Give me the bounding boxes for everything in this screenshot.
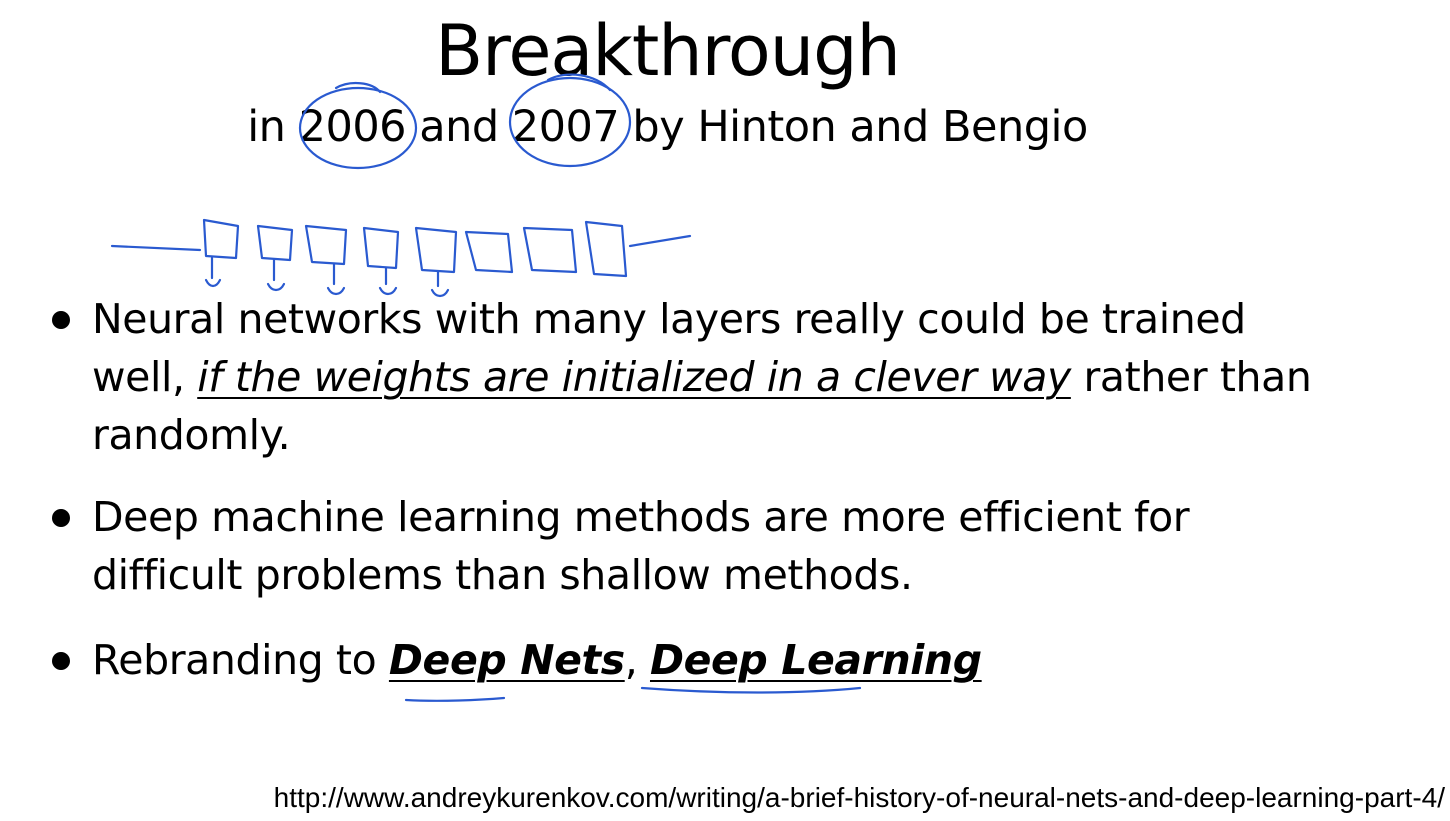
bullet-item: Rebranding to Deep Nets, Deep Learning xyxy=(48,631,1338,689)
bullet-text: Rebranding to Deep Nets, Deep Learning xyxy=(92,631,1338,689)
bullet-text: Neural networks with many layers really … xyxy=(92,290,1338,464)
bullet-dot-icon xyxy=(52,311,70,329)
subtitle-year-2006: 2006 xyxy=(298,102,407,152)
subtitle-middle: and xyxy=(406,102,512,152)
bullet-dot-icon xyxy=(52,652,70,670)
slide-title: Breakthrough xyxy=(435,10,901,92)
subtitle-suffix: by Hinton and Bengio xyxy=(619,102,1088,152)
bullet-item: Deep machine learning methods are more e… xyxy=(48,488,1338,604)
bullet-3-separator: , xyxy=(624,636,650,684)
bullet-dot-icon xyxy=(52,509,70,527)
subtitle-year-2007: 2007 xyxy=(511,102,620,152)
slide: Breakthrough in 2006 and 2007 by Hinton … xyxy=(0,0,1450,821)
layer-stack-drawing xyxy=(110,218,692,298)
slide-subtitle: in 2006 and 2007 by Hinton and Bengio xyxy=(0,100,1335,154)
bullet-2-text: Deep machine learning methods are more e… xyxy=(92,493,1190,599)
subtitle-prefix: in xyxy=(247,102,299,152)
underline-deep-nets-annotation xyxy=(404,696,506,702)
source-link[interactable]: http://www.andreykurenkov.com/writing/a-… xyxy=(100,780,1445,816)
bullet-item: Neural networks with many layers really … xyxy=(48,290,1338,464)
bullet-3-emphasis-deep-nets: Deep Nets xyxy=(388,636,625,684)
bullet-3-text-before: Rebranding to xyxy=(92,636,389,684)
bullet-1-emphasis: if the weights are initialized in a clev… xyxy=(197,353,1071,401)
bullet-3-emphasis-deep-learning: Deep Learning xyxy=(649,636,982,684)
